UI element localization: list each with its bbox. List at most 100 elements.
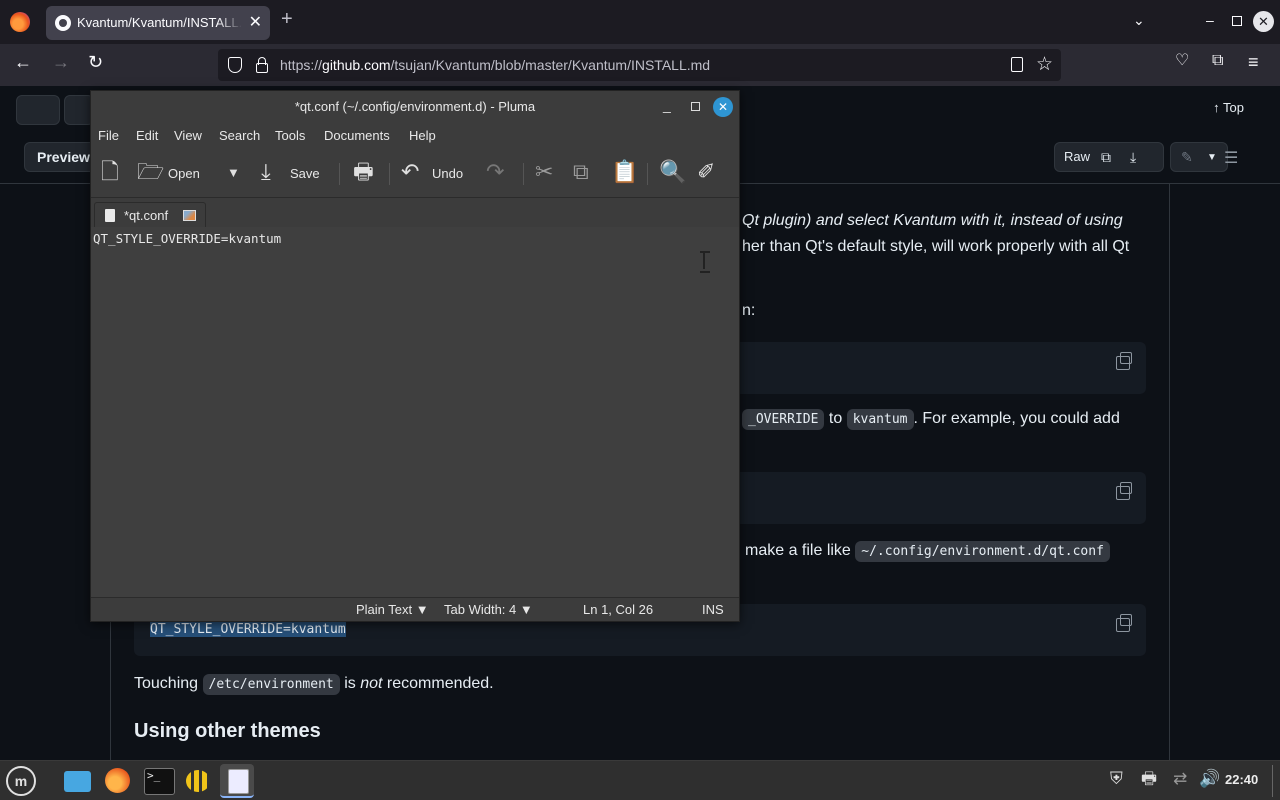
pencil-icon[interactable]: ✎	[1181, 149, 1193, 166]
undo-button[interactable]: Undo	[432, 166, 463, 181]
browser-tab[interactable]: Kvantum/Kvantum/INSTALL.md at master · t…	[46, 6, 270, 40]
tab-close-icon[interactable]: ✕	[249, 12, 262, 32]
recent-files-chevron-icon[interactable]: ▼	[227, 166, 240, 179]
editor-line[interactable]: QT_STYLE_OVERRIDE=kvantum	[93, 231, 281, 246]
close-button[interactable]: ✕	[713, 97, 733, 117]
expand-file-tree-button[interactable]	[16, 95, 60, 125]
tracking-shield-icon[interactable]	[228, 57, 242, 73]
find-replace-icon[interactable]: ✐	[697, 161, 715, 183]
url-text[interactable]: https://github.com/tsujan/Kvantum/blob/m…	[280, 57, 710, 73]
search-icon[interactable]: 🔍	[659, 161, 686, 183]
firefox-icon[interactable]	[10, 12, 30, 32]
raw-button[interactable]: Raw	[1064, 149, 1090, 164]
network-tray-icon[interactable]: ⇄	[1173, 770, 1187, 787]
menu-help[interactable]: Help	[409, 128, 436, 143]
print-icon[interactable]: 🖶	[353, 161, 374, 183]
open-folder-icon[interactable]: 🗁	[137, 161, 164, 183]
url-bar[interactable]: https://github.com/tsujan/Kvantum/blob/m…	[218, 49, 1061, 81]
forward-arrow-icon[interactable]: →	[52, 53, 70, 71]
chevron-down-icon[interactable]: ▼	[1207, 152, 1217, 163]
section-heading: Using other themes	[134, 720, 321, 742]
maximize-button[interactable]	[691, 102, 700, 111]
pluma-titlebar[interactable]: *qt.conf (~/.config/environment.d) - Plu…	[91, 91, 739, 123]
copy-raw-icon[interactable]: ⧉	[1101, 149, 1111, 166]
new-tab-button[interactable]: +	[281, 9, 293, 29]
reader-view-icon[interactable]	[1011, 57, 1023, 72]
menu-bar: File Edit View Search Tools Documents He…	[91, 123, 739, 149]
firefox-app-icon[interactable]	[100, 764, 134, 798]
status-bar: Plain Text ▼ Tab Width: 4 ▼ Ln 1, Col 26…	[91, 597, 739, 621]
code-text-selected[interactable]: QT_STYLE_OVERRIDE=kvantum	[150, 622, 346, 637]
undo-icon[interactable]: ↶	[401, 161, 419, 183]
window-maximize-button[interactable]	[1232, 16, 1242, 26]
tab-width-selector[interactable]: Tab Width: 4 ▼	[444, 602, 533, 617]
paragraph: Touching /etc/environment is not recomme…	[134, 674, 494, 695]
document-tab[interactable]: *qt.conf	[94, 202, 206, 228]
download-icon[interactable]: ⤓	[1130, 149, 1136, 166]
paragraph-fragment: her than Qt's default style, will work p…	[742, 238, 1130, 255]
text-editor[interactable]: QT_STYLE_OVERRIDE=kvantum	[91, 227, 739, 597]
mint-menu-icon[interactable]: m	[6, 766, 36, 796]
paragraph-fragment: _OVERRIDE to kvantum. For example, you c…	[742, 409, 1120, 430]
shield-tray-icon[interactable]: ⛨	[1110, 770, 1123, 787]
menu-documents[interactable]: Documents	[324, 128, 390, 143]
back-arrow-icon[interactable]: ←	[14, 53, 32, 71]
menu-view[interactable]: View	[174, 128, 202, 143]
volume-tray-icon[interactable]: 🔊	[1199, 770, 1220, 787]
reload-icon[interactable]: ↻	[88, 53, 103, 71]
text-cursor-icon	[700, 251, 710, 273]
bee-app-icon[interactable]	[180, 764, 214, 798]
raw-button-group: Raw ⧉ ⤓	[1054, 142, 1164, 172]
save-icon[interactable]: ⤓	[261, 161, 271, 183]
top-link[interactable]: ↑ Top	[1213, 100, 1244, 115]
github-favicon-icon	[55, 15, 71, 31]
language-selector[interactable]: Plain Text ▼	[356, 602, 429, 617]
document-tab-strip: *qt.conf	[91, 197, 739, 228]
pluma-app-icon[interactable]	[220, 764, 254, 798]
paragraph-fragment: n:	[742, 302, 756, 319]
outline-list-icon[interactable]: ☰	[1224, 148, 1238, 168]
extensions-icon[interactable]: ⧉	[1212, 53, 1223, 69]
paragraph-fragment: Qt plugin) and select Kvantum with it, i…	[742, 212, 1123, 229]
menu-file[interactable]: File	[98, 128, 119, 143]
menu-hamburger-icon[interactable]: ≡	[1248, 53, 1259, 71]
window-title: *qt.conf (~/.config/environment.d) - Plu…	[294, 99, 536, 114]
menu-tools[interactable]: Tools	[275, 128, 305, 143]
edit-button-group: ✎ ▼	[1170, 142, 1228, 172]
lock-icon[interactable]	[256, 57, 268, 73]
cut-icon[interactable]: ✂	[535, 161, 553, 183]
files-app-icon[interactable]	[60, 764, 94, 798]
menu-search[interactable]: Search	[219, 128, 260, 143]
pocket-icon[interactable]: ♡	[1175, 53, 1189, 69]
redo-icon[interactable]: ↷	[486, 161, 504, 183]
window-minimize-button[interactable]: –	[1206, 12, 1214, 28]
printer-tray-icon[interactable]: 🖶	[1141, 770, 1157, 787]
bookmark-star-icon[interactable]: ☆	[1036, 53, 1053, 76]
paragraph-fragment: make a file like ~/.config/environment.d…	[745, 541, 1110, 562]
browser-nav-bar: ← → ↻ https://github.com/tsujan/Kvantum/…	[0, 44, 1280, 86]
toolbar-separator	[339, 163, 340, 185]
toolbar: 🗋 🗁 Open ▼ ⤓ Save 🖶 ↶ Undo ↷ ✂ ⧉ 📋 🔍 ✐	[91, 149, 739, 197]
terminal-app-icon[interactable]	[140, 764, 175, 798]
show-desktop-button[interactable]	[1272, 765, 1273, 797]
copy-icon[interactable]	[1116, 482, 1132, 500]
tab-list-chevron-icon[interactable]: ⌄	[1133, 12, 1145, 29]
document-tab-label: *qt.conf	[124, 208, 169, 223]
save-button[interactable]: Save	[290, 166, 320, 181]
menu-edit[interactable]: Edit	[136, 128, 158, 143]
copy-icon[interactable]: ⧉	[573, 161, 589, 183]
new-document-icon[interactable]: 🗋	[101, 161, 119, 183]
toolbar-separator	[523, 163, 524, 185]
toolbar-separator	[389, 163, 390, 185]
minimize-button[interactable]: _	[663, 97, 671, 113]
toolbar-separator	[647, 163, 648, 185]
clock[interactable]: 22:40	[1225, 772, 1258, 787]
paste-icon[interactable]: 📋	[611, 161, 638, 183]
window-close-button[interactable]: ✕	[1253, 11, 1274, 32]
tab-title: Kvantum/Kvantum/INSTALL.md at master · t…	[77, 15, 242, 30]
taskbar: m ⛨ 🖶 ⇄ 🔊 22:40	[0, 760, 1280, 800]
copy-icon[interactable]	[1116, 614, 1132, 632]
tab-close-icon[interactable]	[183, 210, 196, 221]
open-button[interactable]: Open	[168, 166, 200, 181]
copy-icon[interactable]	[1116, 352, 1132, 370]
